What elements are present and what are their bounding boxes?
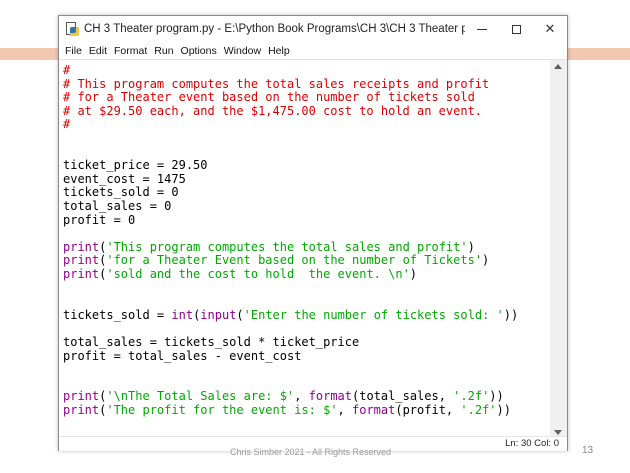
code-line[interactable]: print('for a Theater Event based on the …: [63, 253, 489, 267]
code-token-builtin: format: [352, 403, 396, 417]
code-line[interactable]: print('\nThe Total Sales are: $', format…: [63, 389, 504, 403]
code-line[interactable]: ticket_price = 29.50: [63, 158, 208, 172]
code-token-builtin: print: [63, 403, 100, 417]
code-token-string: 'for a Theater Event based on the number…: [106, 253, 483, 268]
code-line[interactable]: total_sales = tickets_sold * ticket_pric…: [63, 335, 359, 349]
maximize-button[interactable]: [499, 16, 533, 42]
code-token-string: '.2f': [460, 403, 497, 417]
code-token-default: ,: [294, 389, 309, 404]
code-token-default: tickets_sold =: [63, 307, 172, 322]
menu-help[interactable]: Help: [268, 45, 290, 57]
code-token-builtin: print: [63, 239, 100, 254]
cursor-position: Ln: 30 Col: 0: [505, 438, 559, 449]
code-token-default: ): [467, 239, 475, 254]
code-token-builtin: print: [63, 267, 100, 281]
code-token-default: tickets_sold = 0: [63, 185, 179, 200]
code-token-default: ,: [337, 403, 352, 417]
code-line[interactable]: #: [63, 63, 70, 77]
code-token-comment: # This program computes the total sales …: [63, 76, 490, 91]
code-token-default: total_sales = 0: [63, 199, 172, 213]
code-token-string: 'This program computes the total sales a…: [106, 239, 468, 254]
code-token-default: ): [409, 267, 418, 281]
code-token-string: 'Enter the number of tickets sold: ': [243, 307, 504, 322]
code-line[interactable]: profit = total_sales - event_cost: [63, 349, 301, 363]
code-token-string: 'The profit for the event is: $': [106, 403, 338, 417]
code-line[interactable]: event_cost = 1475: [63, 172, 186, 186]
code-token-builtin: int: [171, 307, 194, 322]
code-token-default: )): [503, 307, 519, 322]
code-token-default: event_cost = 1475: [63, 171, 186, 186]
code-token-builtin: print: [63, 389, 100, 404]
code-token-default: )): [496, 403, 511, 417]
slide-page-number: 13: [582, 445, 594, 456]
code-token-string: '\nThe Total Sales are: $': [106, 389, 295, 404]
code-line[interactable]: #: [63, 117, 70, 131]
slide-footer: Chris Simber 2021 - All Rights Reserved: [230, 447, 392, 457]
code-token-string: '.2f': [453, 389, 490, 404]
code-token-default: ): [482, 253, 490, 268]
code-token-comment: # for a Theater event based on the numbe…: [63, 90, 475, 105]
code-line[interactable]: print('The profit for the event is: $', …: [63, 403, 511, 417]
maximize-icon: [511, 24, 521, 34]
code-token-comment: #: [63, 117, 71, 132]
minimize-button[interactable]: [465, 16, 499, 42]
menu-window[interactable]: Window: [224, 45, 261, 57]
code-token-builtin: format: [308, 389, 353, 404]
code-token-default: (total_sales,: [352, 389, 454, 404]
menu-bar: File Edit Format Run Options Window Help: [59, 42, 567, 60]
scroll-down-icon[interactable]: [554, 430, 562, 435]
code-token-default: (profit,: [395, 403, 461, 417]
menu-edit[interactable]: Edit: [89, 45, 107, 57]
code-token-builtin: input: [200, 307, 237, 322]
code-line[interactable]: total_sales = 0: [63, 199, 171, 213]
code-token-default: profit = total_sales - event_cost: [63, 348, 302, 363]
code-line[interactable]: print('This program computes the total s…: [63, 240, 475, 254]
minimize-icon: [477, 28, 487, 30]
vertical-scrollbar[interactable]: [550, 60, 567, 450]
code-token-string: 'sold and the cost to hold the event. \n…: [106, 267, 410, 281]
menu-format[interactable]: Format: [114, 45, 147, 57]
code-editor[interactable]: # # This program computes the total sales…: [60, 60, 550, 450]
menu-file[interactable]: File: [65, 45, 82, 57]
code-token-default: total_sales = tickets_sold * ticket_pric…: [63, 335, 360, 349]
menu-options[interactable]: Options: [181, 45, 217, 57]
code-line[interactable]: # for a Theater event based on the numbe…: [63, 90, 475, 104]
code-line[interactable]: print('sold and the cost to hold the eve…: [63, 267, 417, 281]
code-token-comment: #: [63, 63, 71, 77]
code-line[interactable]: # This program computes the total sales …: [63, 77, 489, 91]
title-bar[interactable]: CH 3 Theater program.py - E:\Python Book…: [59, 16, 567, 42]
idle-editor-window: CH 3 Theater program.py - E:\Python Book…: [58, 15, 568, 451]
code-line[interactable]: # at $29.50 each, and the $1,475.00 cost…: [63, 104, 482, 118]
code-line[interactable]: tickets_sold = 0: [63, 185, 179, 199]
menu-run[interactable]: Run: [154, 45, 173, 57]
code-token-default: profit = 0: [63, 212, 136, 227]
close-button[interactable]: ✕: [533, 16, 567, 42]
python-idle-icon: [65, 22, 79, 36]
code-line[interactable]: tickets_sold = int(input('Enter the numb…: [63, 308, 518, 322]
code-token-comment: # at $29.50 each, and the $1,475.00 cost…: [63, 103, 483, 118]
code-token-default: )): [489, 389, 504, 404]
scroll-up-icon[interactable]: [554, 64, 562, 69]
code-token-default: (: [236, 307, 244, 322]
code-token-builtin: print: [63, 253, 100, 268]
code-line[interactable]: profit = 0: [63, 213, 135, 227]
window-title: CH 3 Theater program.py - E:\Python Book…: [84, 23, 465, 35]
code-token-default: ticket_price = 29.50: [63, 158, 208, 173]
